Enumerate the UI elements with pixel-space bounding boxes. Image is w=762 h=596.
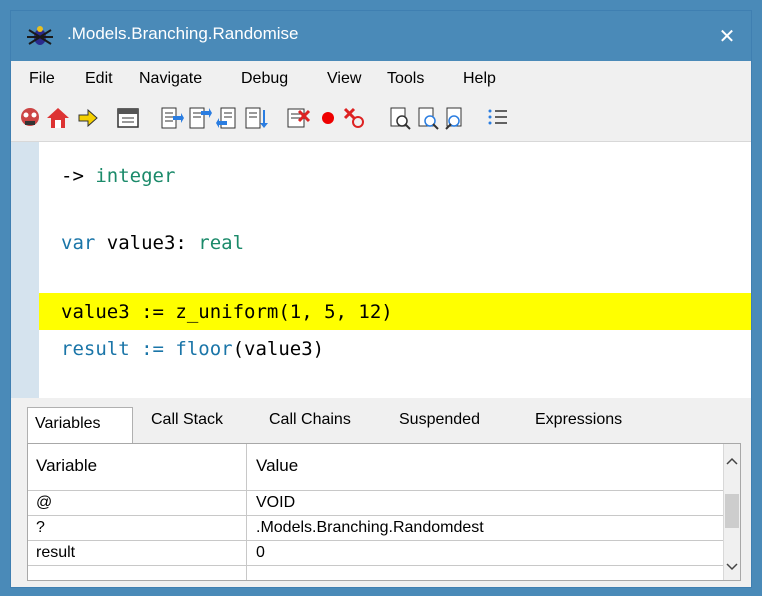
debug-tabs: Variables Call Stack Call Chains Suspend… — [11, 401, 751, 445]
menu-help[interactable]: Help — [463, 70, 496, 88]
code-statement: value3 := z_uniform(1, 5, 12) — [61, 301, 393, 323]
tab-suspended[interactable]: Suspended — [399, 411, 480, 429]
header-value[interactable]: Value — [256, 456, 298, 476]
scroll-down-icon[interactable] — [726, 562, 738, 572]
variables-table[interactable]: Variable Value @ VOID ? .Models.Branchin… — [27, 443, 741, 581]
menu-tools[interactable]: Tools — [387, 70, 424, 88]
calendar-icon[interactable] — [115, 105, 141, 131]
variable-value: 0 — [256, 544, 265, 561]
menu-bar: File Edit Navigate Debug View Tools Help — [11, 61, 751, 99]
header-variable[interactable]: Variable — [36, 456, 97, 476]
table-row[interactable]: @ VOID — [28, 491, 724, 516]
code-function: floor — [175, 338, 233, 360]
clear-breakpoints-icon[interactable] — [341, 105, 367, 131]
code-identifier: result := — [61, 338, 176, 360]
find-prev-icon[interactable] — [443, 105, 469, 131]
menu-view[interactable]: View — [327, 70, 361, 88]
tab-call-stack[interactable]: Call Stack — [151, 411, 223, 429]
code-identifier: value3: — [95, 232, 199, 254]
code-line-1: -> integer — [61, 158, 175, 194]
menu-edit[interactable]: Edit — [85, 70, 113, 88]
menu-debug[interactable]: Debug — [241, 70, 288, 88]
find-next-icon[interactable] — [415, 105, 441, 131]
variable-value: VOID — [256, 494, 296, 511]
scroll-up-icon[interactable] — [726, 456, 738, 466]
variable-name: @ — [36, 494, 53, 511]
vertical-scrollbar[interactable] — [723, 444, 740, 580]
home-icon[interactable] — [45, 105, 71, 131]
close-icon[interactable]: ✕ — [719, 24, 736, 49]
menu-file[interactable]: File — [29, 70, 55, 88]
table-row[interactable]: result 0 — [28, 541, 724, 566]
variable-value: .Models.Branching.Randomdest — [256, 519, 484, 536]
debugger-window: .Models.Branching.Randomise ✕ File Edit … — [10, 10, 752, 588]
tab-call-chains[interactable]: Call Chains — [269, 411, 351, 429]
variable-name: result — [36, 544, 76, 561]
breakpoint-icon[interactable] — [315, 105, 341, 131]
code-editor[interactable]: -> integer var value3: real value3 := z_… — [11, 141, 751, 398]
list-icon[interactable] — [485, 105, 511, 131]
tab-variables[interactable]: Variables — [35, 415, 101, 433]
step-out-icon[interactable] — [215, 105, 241, 131]
editor-gutter[interactable] — [11, 142, 39, 398]
window-title: .Models.Branching.Randomise — [67, 24, 299, 43]
table-header: Variable Value — [28, 444, 724, 491]
bug-app-icon — [27, 26, 53, 45]
title-bar[interactable]: .Models.Branching.Randomise ✕ — [11, 11, 751, 61]
scrollbar-thumb[interactable] — [725, 494, 739, 528]
step-into-icon[interactable] — [159, 105, 185, 131]
code-type: integer — [95, 165, 176, 187]
variable-name: ? — [36, 519, 45, 536]
menu-navigate[interactable]: Navigate — [139, 70, 202, 88]
code-type: real — [198, 232, 245, 254]
code-line-4: result := floor(value3) — [61, 331, 324, 367]
step-over-icon[interactable] — [187, 105, 213, 131]
arrow-right-icon[interactable] — [75, 105, 101, 131]
stop-icon[interactable] — [285, 105, 311, 131]
tab-expressions[interactable]: Expressions — [535, 411, 622, 429]
code-line-3: value3 := z_uniform(1, 5, 12) — [61, 294, 393, 330]
code-args: (value3) — [232, 338, 325, 360]
code-keyword: var — [61, 232, 96, 254]
run-to-cursor-icon[interactable] — [243, 105, 269, 131]
table-row[interactable]: ? .Models.Branching.Randomdest — [28, 516, 724, 541]
code-line-2: var value3: real — [61, 225, 244, 261]
bug-mask-icon[interactable] — [17, 105, 43, 131]
code-arrow: -> — [61, 165, 96, 187]
toolbar — [11, 99, 751, 139]
find-icon[interactable] — [387, 105, 413, 131]
close-button[interactable]: ✕ — [703, 11, 751, 61]
